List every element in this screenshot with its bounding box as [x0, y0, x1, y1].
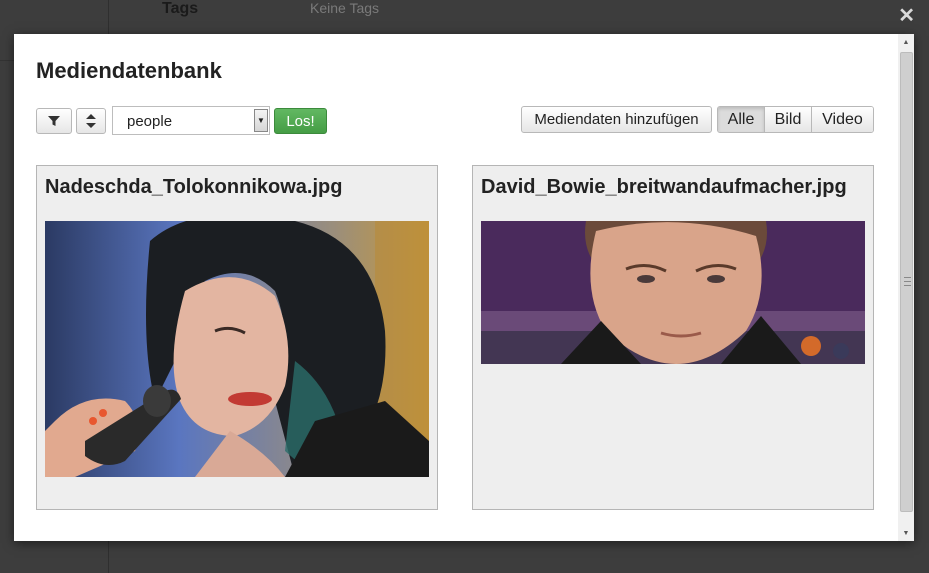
filter-all-button[interactable]: Alle — [718, 107, 764, 132]
filter-video-button[interactable]: Video — [811, 107, 873, 132]
media-thumbnail[interactable] — [481, 221, 865, 364]
portrait-photo — [481, 221, 865, 364]
modal-title: Mediendatenbank — [36, 58, 222, 83]
portrait-photo — [45, 221, 429, 477]
media-card[interactable]: Nadeschda_Tolokonnikowa.jpg — [36, 165, 438, 510]
scrollbar-thumb[interactable] — [900, 52, 913, 512]
media-filename: Nadeschda_Tolokonnikowa.jpg — [45, 176, 343, 198]
go-button[interactable]: Los! — [274, 108, 327, 134]
filter-icon — [48, 116, 60, 126]
scroll-up-icon[interactable]: ▲ — [898, 34, 914, 50]
sort-button[interactable] — [76, 108, 106, 134]
media-filename: David_Bowie_breitwandaufmacher.jpg — [481, 176, 847, 198]
add-media-button[interactable]: Mediendaten hinzufügen — [521, 106, 712, 133]
media-card[interactable]: David_Bowie_breitwandaufmacher.jpg — [472, 165, 874, 510]
type-filter-group: Alle Bild Video — [717, 106, 874, 133]
media-thumbnail[interactable] — [45, 221, 429, 477]
close-icon[interactable]: ✕ — [898, 6, 915, 26]
media-library-modal: Mediendatenbank people ▼ Los! Mediendate… — [14, 34, 914, 541]
chevron-down-icon[interactable]: ▼ — [254, 109, 268, 132]
background-tags-value: Keine Tags — [310, 0, 380, 16]
background-tags-label: Tags — [162, 0, 199, 17]
filter-button[interactable] — [36, 108, 72, 134]
grip-icon — [904, 277, 911, 286]
vertical-scrollbar[interactable]: ▲ ▼ — [898, 34, 914, 541]
filter-image-button[interactable]: Bild — [764, 107, 811, 132]
sort-icon — [86, 114, 96, 128]
search-select[interactable]: people ▼ — [112, 106, 270, 135]
search-select-value: people — [127, 113, 173, 130]
scroll-down-icon[interactable]: ▼ — [898, 525, 914, 541]
